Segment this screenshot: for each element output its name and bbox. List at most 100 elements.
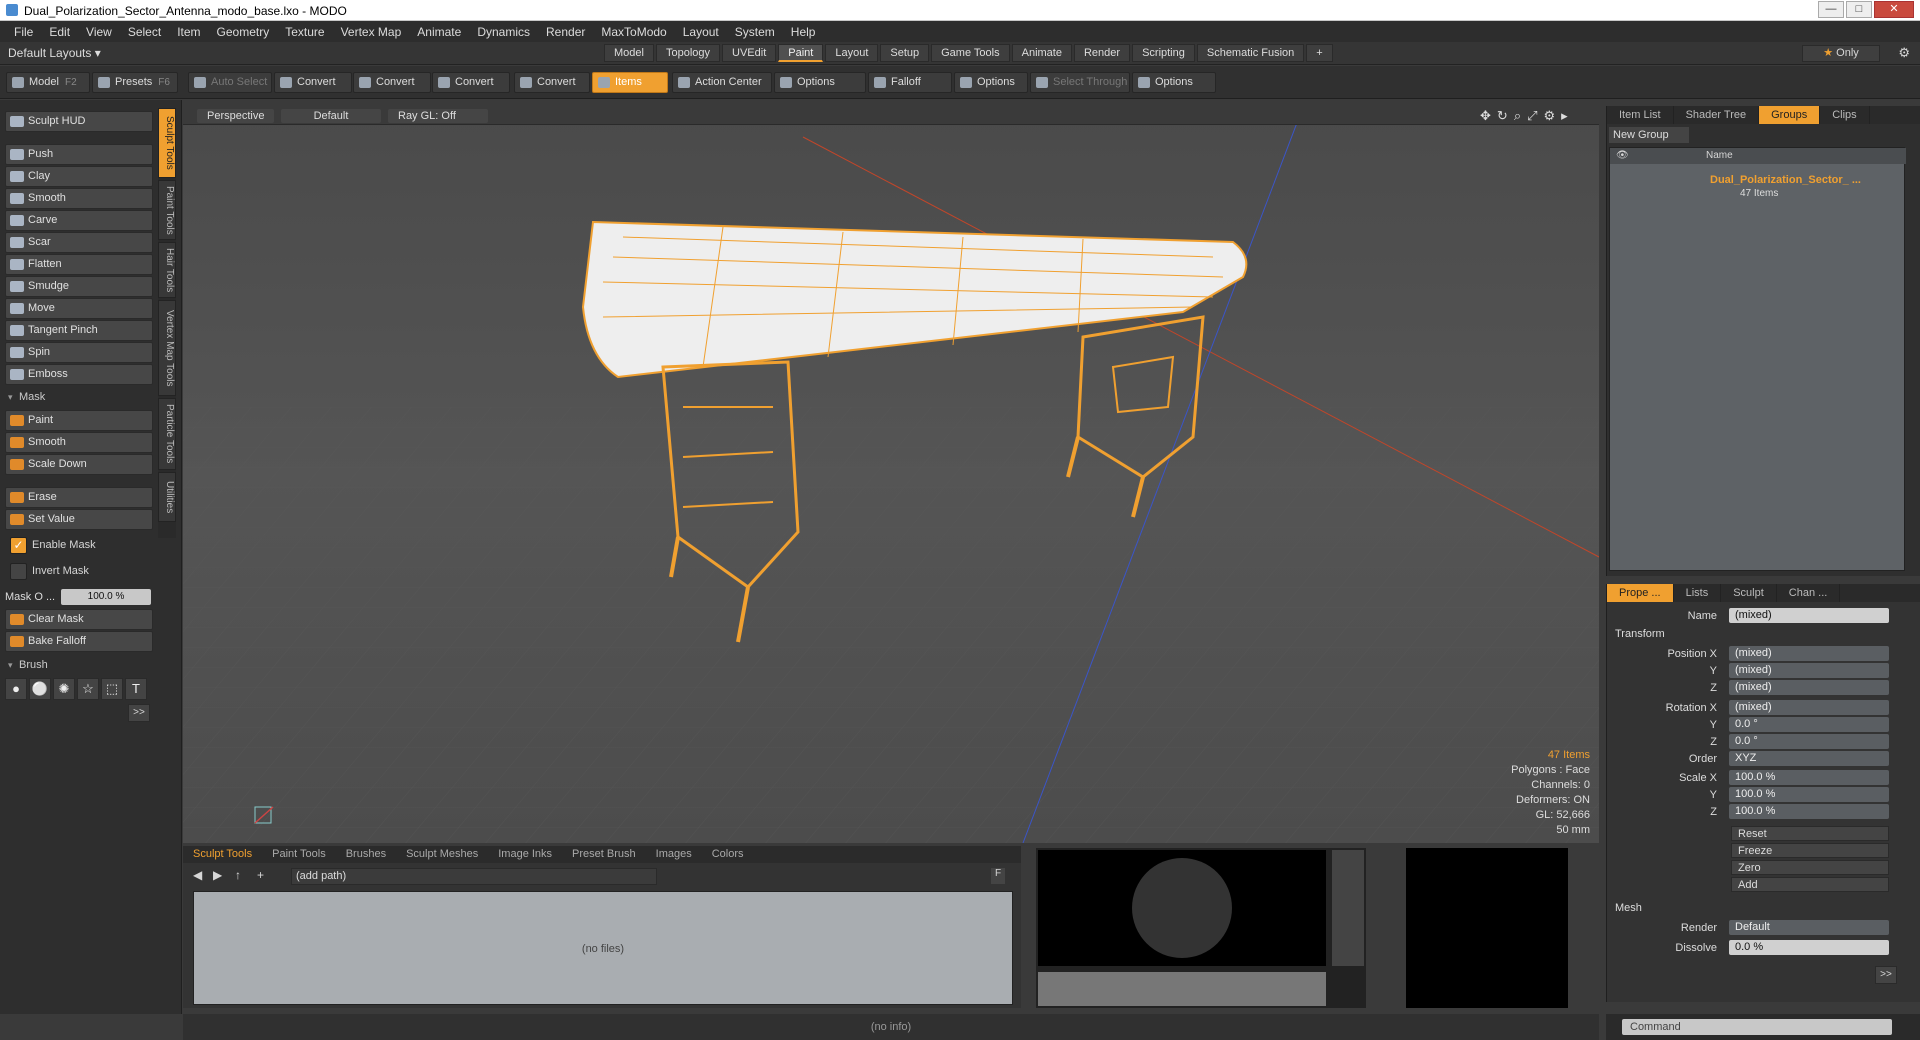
tab-sculpt[interactable]: Sculpt: [1721, 584, 1777, 602]
tab-topology[interactable]: Topology: [655, 44, 721, 62]
btab-image-inks[interactable]: Image Inks: [488, 846, 562, 863]
default-layouts-dropdown[interactable]: Default Layouts ▾: [8, 46, 101, 60]
smooth-tool[interactable]: Smooth: [5, 188, 153, 209]
push-tool[interactable]: Push: [5, 144, 153, 165]
options-button-1[interactable]: Options: [774, 72, 866, 93]
mask-paint-tool[interactable]: Paint: [5, 410, 153, 431]
command-input[interactable]: Command: [1622, 1019, 1892, 1035]
new-group-button[interactable]: New Group: [1609, 127, 1689, 143]
up-folder-icon[interactable]: ↑: [235, 868, 241, 882]
tab-game-tools[interactable]: Game Tools: [931, 44, 1010, 62]
btab-sculpt-meshes[interactable]: Sculpt Meshes: [396, 846, 488, 863]
menu-system[interactable]: System: [727, 25, 783, 39]
3d-viewport[interactable]: [183, 107, 1599, 843]
mesh-section[interactable]: Mesh: [1615, 902, 1642, 914]
add-tab-button[interactable]: +: [1306, 44, 1333, 62]
btab-sculpt-tools[interactable]: Sculpt Tools: [183, 846, 262, 863]
more-properties-button[interactable]: >>: [1875, 966, 1897, 984]
position-y-field[interactable]: (mixed): [1729, 663, 1889, 678]
vtab-vertex-map-tools[interactable]: Vertex Map Tools: [158, 300, 176, 396]
menu-texture[interactable]: Texture: [277, 25, 332, 39]
tab-schematic-fusion[interactable]: Schematic Fusion: [1196, 44, 1305, 62]
mask-opacity-field[interactable]: 100.0 %: [61, 589, 151, 605]
view-perspective-dropdown[interactable]: Perspective: [197, 109, 275, 123]
menu-view[interactable]: View: [78, 25, 120, 39]
tab-animate[interactable]: Animate: [1011, 44, 1072, 62]
menu-animate[interactable]: Animate: [409, 25, 469, 39]
btab-preset-brush[interactable]: Preset Brush: [562, 846, 646, 863]
rotation-x-field[interactable]: (mixed): [1729, 700, 1889, 715]
tab-uvedit[interactable]: UVEdit: [722, 44, 777, 62]
close-button[interactable]: ✕: [1874, 1, 1914, 18]
btab-brushes[interactable]: Brushes: [336, 846, 396, 863]
flatten-tool[interactable]: Flatten: [5, 254, 153, 275]
scale-x-field[interactable]: 100.0 %: [1729, 770, 1889, 785]
bake-falloff-button[interactable]: Bake Falloff: [5, 631, 153, 652]
order-dropdown[interactable]: XYZ: [1729, 751, 1889, 766]
render-dropdown[interactable]: Default: [1729, 920, 1889, 935]
tab-groups[interactable]: Groups: [1759, 106, 1821, 124]
invert-mask-checkbox[interactable]: [10, 563, 27, 580]
menu-vertex-map[interactable]: Vertex Map: [333, 25, 410, 39]
menu-edit[interactable]: Edit: [41, 25, 78, 39]
clear-mask-button[interactable]: Clear Mask: [5, 609, 153, 630]
select-through-button[interactable]: Select Through: [1030, 72, 1130, 93]
tab-scripting[interactable]: Scripting: [1132, 44, 1195, 62]
scale-z-field[interactable]: 100.0 %: [1729, 804, 1889, 819]
group-name[interactable]: Dual_Polarization_Sector_ ...: [1710, 174, 1861, 186]
filter-button[interactable]: F: [991, 868, 1005, 884]
rotation-y-field[interactable]: 0.0 °: [1729, 717, 1889, 732]
tab-lists[interactable]: Lists: [1674, 584, 1722, 602]
fit-icon[interactable]: ⤢: [1527, 108, 1537, 124]
name-field[interactable]: (mixed): [1729, 608, 1889, 623]
tab-properties[interactable]: Prope ...: [1607, 584, 1674, 602]
options-button-3[interactable]: Options: [1132, 72, 1216, 93]
menu-help[interactable]: Help: [783, 25, 824, 39]
hard-brush-icon[interactable]: ⚪: [29, 678, 51, 700]
menu-select[interactable]: Select: [120, 25, 169, 39]
menu-maxtomodo[interactable]: MaxToModo: [593, 25, 674, 39]
rotate-icon[interactable]: ↻: [1497, 108, 1508, 124]
btab-images[interactable]: Images: [646, 846, 702, 863]
brush-section-header[interactable]: Brush: [5, 657, 153, 674]
maximize-button[interactable]: □: [1846, 1, 1872, 18]
viewport-gear-icon[interactable]: ⚙: [1544, 108, 1556, 124]
dissolve-field[interactable]: 0.0 %: [1729, 940, 1889, 955]
vtab-particle-tools[interactable]: Particle Tools: [158, 398, 176, 470]
file-browser-area[interactable]: (no files): [193, 891, 1013, 1005]
tab-model[interactable]: Model: [604, 44, 654, 62]
options-button-2[interactable]: Options: [954, 72, 1028, 93]
menu-layout[interactable]: Layout: [675, 25, 727, 39]
tab-item-list[interactable]: Item List: [1607, 106, 1674, 124]
raygl-toggle[interactable]: Ray GL: Off: [388, 109, 488, 123]
carve-tool[interactable]: Carve: [5, 210, 153, 231]
vtab-paint-tools[interactable]: Paint Tools: [158, 180, 176, 240]
zero-dropdown[interactable]: Zero: [1731, 860, 1889, 875]
splat-brush-icon[interactable]: ✺: [53, 678, 75, 700]
tab-layout[interactable]: Layout: [825, 44, 879, 62]
action-center-button[interactable]: Action Center: [672, 72, 772, 93]
forward-arrow-icon[interactable]: ▶: [213, 868, 222, 882]
scale-y-field[interactable]: 100.0 %: [1729, 787, 1889, 802]
pan-icon[interactable]: ✥: [1480, 108, 1491, 124]
menu-geometry[interactable]: Geometry: [209, 25, 278, 39]
scar-tool[interactable]: Scar: [5, 232, 153, 253]
tab-setup[interactable]: Setup: [880, 44, 930, 62]
items-button[interactable]: Items: [592, 72, 668, 93]
tab-paint[interactable]: Paint: [778, 44, 824, 62]
spin-tool[interactable]: Spin: [5, 342, 153, 363]
clay-tool[interactable]: Clay: [5, 166, 153, 187]
path-dropdown[interactable]: (add path): [291, 868, 657, 885]
vtab-hair-tools[interactable]: Hair Tools: [158, 242, 176, 298]
text-brush-icon[interactable]: T: [125, 678, 147, 700]
emboss-tool[interactable]: Emboss: [5, 364, 153, 385]
soft-brush-icon[interactable]: ●: [5, 678, 27, 700]
menu-dynamics[interactable]: Dynamics: [469, 25, 538, 39]
model-button[interactable]: Model F2: [6, 72, 90, 93]
back-arrow-icon[interactable]: ◀: [193, 868, 202, 882]
tab-shader-tree[interactable]: Shader Tree: [1674, 106, 1760, 124]
minimize-button[interactable]: —: [1818, 1, 1844, 18]
mask-scale-down-tool[interactable]: Scale Down: [5, 454, 153, 475]
add-dropdown[interactable]: Add: [1731, 877, 1889, 892]
zoom-icon[interactable]: ⌕: [1514, 108, 1521, 124]
